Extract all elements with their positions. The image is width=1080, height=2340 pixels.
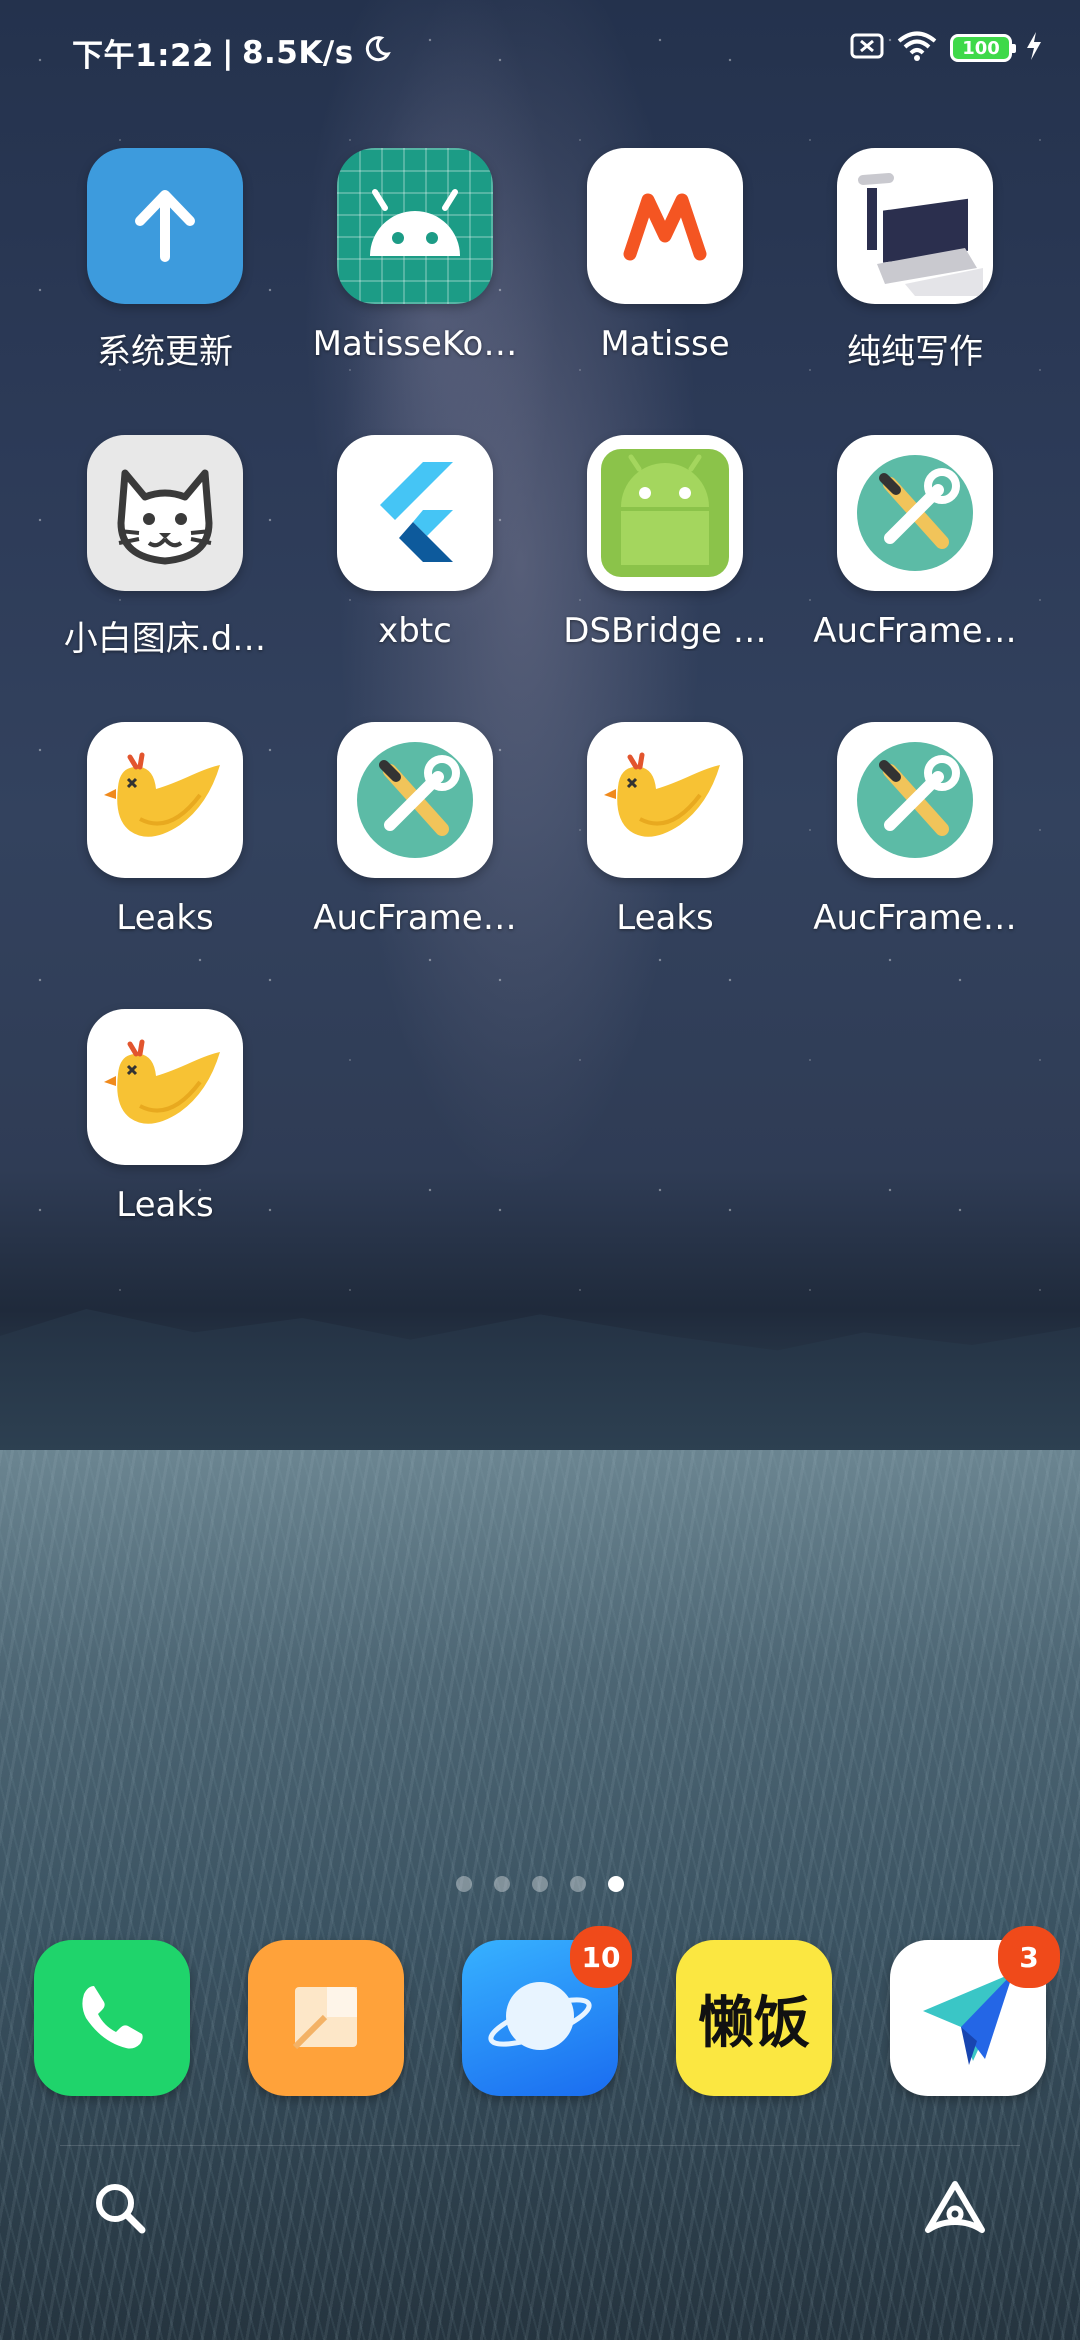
status-time: 下午1:22 xyxy=(72,38,215,74)
page-dot[interactable] xyxy=(532,1876,548,1892)
app-label: Matisse xyxy=(600,324,730,364)
leaks-bird-icon xyxy=(87,722,243,878)
app-label: AucFrame… xyxy=(813,898,1017,938)
app-system-update[interactable]: 系统更新 xyxy=(40,148,290,435)
cat-icon xyxy=(87,435,243,591)
page-dot[interactable] xyxy=(570,1876,586,1892)
app-chunchun-writing[interactable]: 纯纯写作 xyxy=(790,148,1040,435)
app-leaks-3[interactable]: Leaks xyxy=(40,1009,290,1296)
notes-icon xyxy=(281,1971,371,2065)
app-label: 纯纯写作 xyxy=(847,332,983,372)
status-left: 下午1:22 | 8.5K/s xyxy=(72,30,392,75)
status-separator: | xyxy=(222,34,234,71)
flutter-icon xyxy=(337,435,493,591)
notification-badge: 3 xyxy=(998,1926,1060,1988)
dock-paper-plane[interactable]: 3 xyxy=(890,1926,1060,2096)
phone-icon xyxy=(72,1976,152,2060)
matisse-m-icon xyxy=(587,148,743,304)
notification-badge: 10 xyxy=(570,1926,632,1988)
dock-browser[interactable]: 10 xyxy=(462,1926,632,2096)
page-indicator[interactable] xyxy=(0,1876,1080,1892)
app-label: AucFrame… xyxy=(313,898,517,938)
leaks-bird-icon xyxy=(87,1009,243,1165)
app-aucframe-3[interactable]: AucFrame… xyxy=(790,722,1040,1009)
app-label: MatisseKo… xyxy=(312,324,518,364)
tools-icon xyxy=(337,722,493,878)
dock-lanfan[interactable]: 懒饭 xyxy=(676,1940,832,2096)
battery-icon: 100 xyxy=(950,34,1016,62)
app-label: Leaks xyxy=(116,898,214,938)
battery-level: 100 xyxy=(962,37,1000,59)
app-matisseko[interactable]: MatisseKo… xyxy=(290,148,540,435)
app-label: Leaks xyxy=(616,898,714,938)
home-screen: 下午1:22 | 8.5K/s 100 系统更新 MatisseKo… Mati… xyxy=(0,0,1080,2340)
app-leaks-2[interactable]: Leaks xyxy=(540,722,790,1009)
app-dsbridge[interactable]: DSBridge … xyxy=(540,435,790,722)
app-label: DSBridge … xyxy=(563,611,767,651)
sim-off-icon xyxy=(850,32,884,64)
leaks-bird-icon xyxy=(587,722,743,878)
app-label: xbtc xyxy=(378,611,452,651)
app-label: AucFrame… xyxy=(813,611,1017,651)
app-grid: 系统更新 MatisseKo… Matisse 纯纯写作 小白图床.d… xbt… xyxy=(0,148,1080,1296)
page-dot[interactable] xyxy=(494,1876,510,1892)
dock: 10 懒饭 3 xyxy=(34,1926,1060,2096)
app-aucframe[interactable]: AucFrame… xyxy=(790,435,1040,722)
search-icon[interactable] xyxy=(90,2178,150,2242)
system-update-icon xyxy=(87,148,243,304)
app-xiaobai-tuchuang[interactable]: 小白图床.d… xyxy=(40,435,290,722)
app-matisse[interactable]: Matisse xyxy=(540,148,790,435)
bottom-bar xyxy=(60,2145,1020,2266)
moon-icon xyxy=(362,34,392,72)
dock-phone[interactable] xyxy=(34,1940,190,2096)
app-label: 小白图床.d… xyxy=(63,619,267,659)
tools-icon xyxy=(837,722,993,878)
app-label: 系统更新 xyxy=(97,332,233,372)
dock-notes[interactable] xyxy=(248,1940,404,2096)
app-xbtc[interactable]: xbtc xyxy=(290,435,540,722)
page-dot[interactable] xyxy=(456,1876,472,1892)
typewriter-icon xyxy=(837,148,993,304)
android-grid-icon xyxy=(337,148,493,304)
lanfan-icon: 懒饭 xyxy=(698,1990,810,2056)
network-speed: 8.5K/s xyxy=(241,34,354,71)
android-robot-icon xyxy=(587,435,743,591)
browser-planet-icon xyxy=(485,1966,595,2070)
tools-icon xyxy=(837,435,993,591)
charging-icon xyxy=(1024,30,1044,66)
app-label: Leaks xyxy=(116,1185,214,1225)
assistant-icon[interactable] xyxy=(920,2178,990,2242)
page-dot-active[interactable] xyxy=(608,1876,624,1892)
status-bar: 下午1:22 | 8.5K/s 100 xyxy=(0,0,1080,100)
app-leaks[interactable]: Leaks xyxy=(40,722,290,1009)
status-right: 100 xyxy=(850,30,1044,66)
app-aucframe-2[interactable]: AucFrame… xyxy=(290,722,540,1009)
wifi-icon xyxy=(896,30,938,66)
